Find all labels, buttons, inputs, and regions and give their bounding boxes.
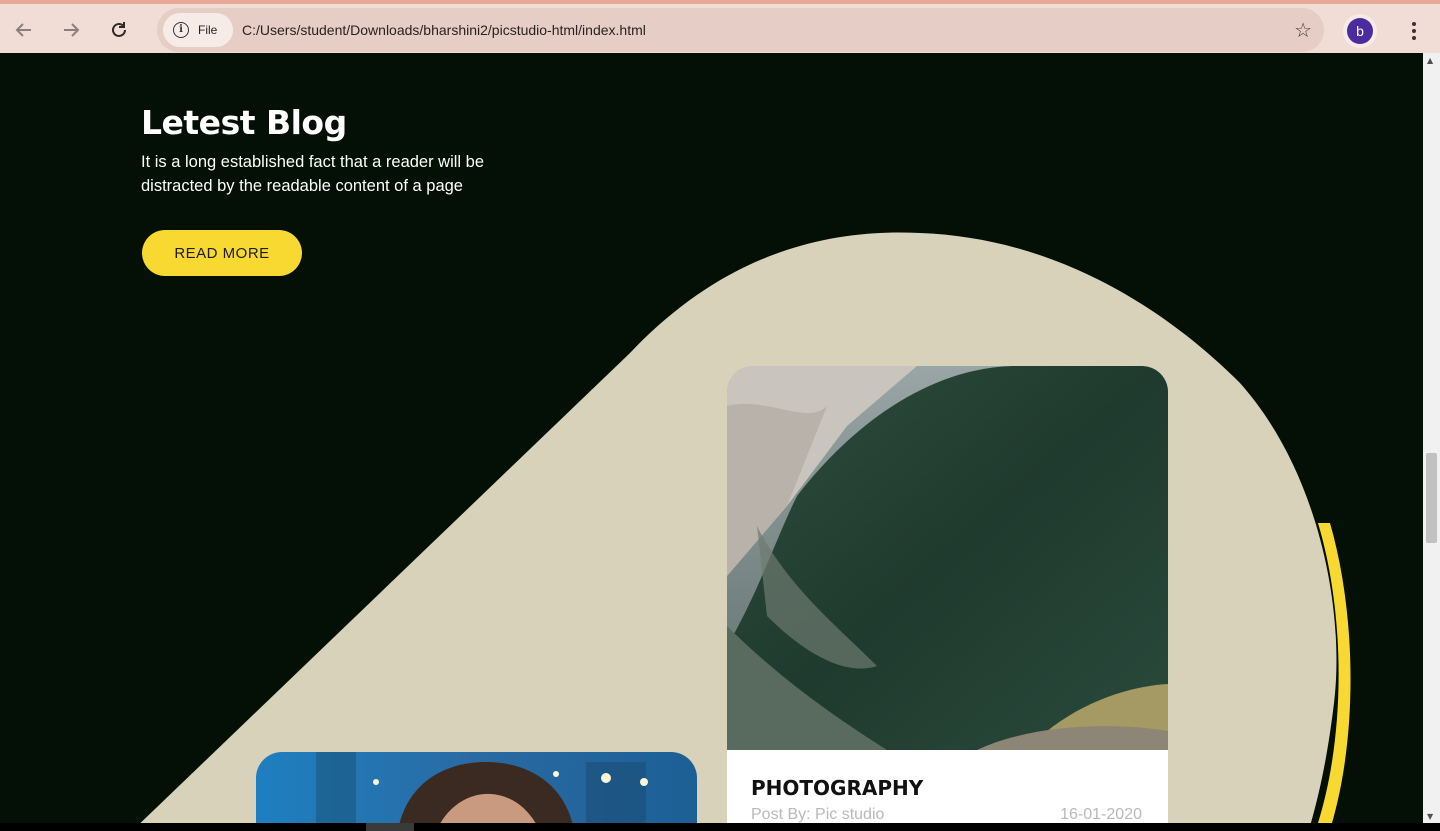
card-date: 16-01-2020	[1060, 806, 1142, 823]
reload-icon	[112, 22, 126, 37]
reload-button[interactable]	[101, 12, 137, 48]
section-description: It is a long established fact that a rea…	[141, 153, 485, 195]
portrait-photo	[256, 752, 697, 823]
profile-button[interactable]: b	[1343, 14, 1377, 48]
star-icon[interactable]: ☆	[1294, 18, 1312, 42]
scrollbar-thumb[interactable]	[1426, 453, 1437, 543]
blog-card[interactable]: PHOTOGRAPHY Post By: Pic studio 16-01-20…	[727, 366, 1168, 823]
mountain-photo	[727, 366, 1168, 750]
scroll-up-arrow-icon[interactable]: ▲	[1427, 56, 1433, 65]
card-author: Post By: Pic studio	[751, 806, 885, 823]
site-chip-label: File	[198, 23, 218, 37]
site-info-chip[interactable]: i File	[163, 13, 233, 47]
arrow-right-icon	[64, 23, 80, 37]
info-icon: i	[173, 22, 189, 38]
page-viewport: Letest Blog It is a long established fac…	[0, 53, 1423, 823]
kebab-menu-icon[interactable]	[1400, 16, 1428, 46]
scroll-down-arrow-icon[interactable]: ▼	[1427, 812, 1433, 821]
forward-button[interactable]	[53, 12, 89, 48]
url-text[interactable]: C:/Users/student/Downloads/bharshini2/pi…	[242, 8, 646, 52]
back-button[interactable]	[6, 12, 42, 48]
browser-toolbar: i File C:/Users/student/Downloads/bharsh…	[0, 0, 1440, 53]
avatar: b	[1347, 18, 1373, 44]
taskbar-app[interactable]	[366, 823, 414, 831]
section-heading: Letest Blog	[141, 103, 347, 142]
os-taskbar	[0, 823, 1440, 831]
address-bar[interactable]: i File C:/Users/student/Downloads/bharsh…	[157, 8, 1324, 52]
page-scrollbar[interactable]: ▲ ▼	[1423, 53, 1440, 823]
arrow-left-icon	[15, 23, 31, 37]
blog-card-2[interactable]	[256, 752, 697, 823]
card-category: PHOTOGRAPHY	[751, 776, 924, 800]
read-more-button[interactable]: READ MORE	[142, 230, 302, 276]
